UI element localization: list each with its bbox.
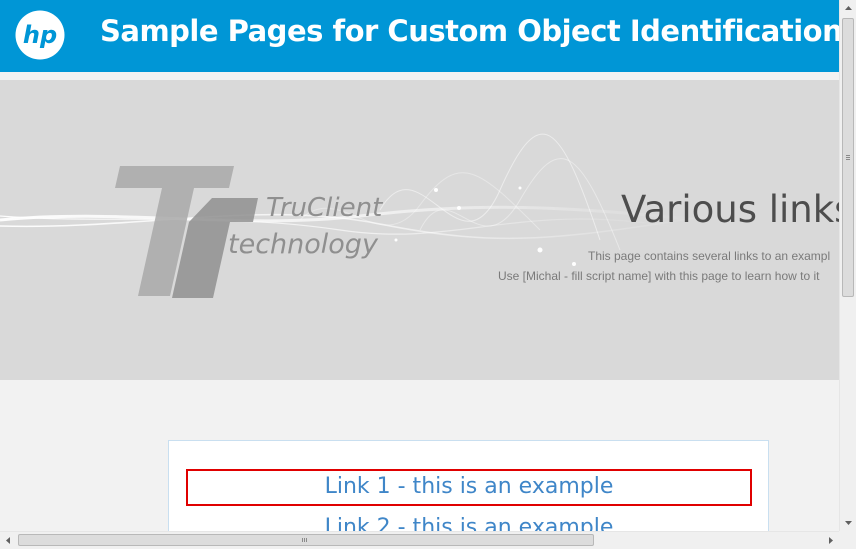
- scroll-right-arrow-icon[interactable]: [822, 532, 839, 549]
- hp-logo-text: hp: [23, 21, 57, 49]
- hero-banner: TruClient technology Various links This …: [0, 80, 839, 380]
- header-divider: [0, 72, 839, 80]
- scrollbar-corner: [839, 531, 856, 548]
- scroll-left-arrow-icon[interactable]: [0, 532, 17, 549]
- vertical-scrollbar[interactable]: [839, 0, 856, 531]
- browser-viewport: hp Sample Pages for Custom Object Identi…: [0, 0, 839, 531]
- page-header: hp Sample Pages for Custom Object Identi…: [0, 0, 839, 72]
- link-1[interactable]: Link 1 - this is an example: [188, 474, 750, 499]
- scroll-up-arrow-icon[interactable]: [840, 0, 856, 17]
- page-description-line-1: This page contains several links to an e…: [588, 249, 831, 263]
- page-heading: Various links: [621, 188, 839, 231]
- horizontal-scrollbar[interactable]: [0, 531, 839, 548]
- truclient-logo-text: TruClient: [266, 193, 383, 223]
- scroll-down-arrow-icon[interactable]: [840, 514, 856, 531]
- horizontal-scroll-thumb[interactable]: [18, 534, 594, 546]
- page-description-line-2: Use [Michal - fill script name] with thi…: [498, 269, 820, 283]
- vertical-scroll-thumb[interactable]: [842, 18, 854, 297]
- hp-logo[interactable]: hp: [14, 9, 66, 61]
- link-2[interactable]: Link 2 - this is an example: [186, 515, 752, 531]
- site-title: Sample Pages for Custom Object Identific…: [100, 14, 839, 48]
- technology-logo-text: technology: [228, 229, 378, 260]
- highlighted-link-outline: Link 1 - this is an example: [186, 469, 752, 506]
